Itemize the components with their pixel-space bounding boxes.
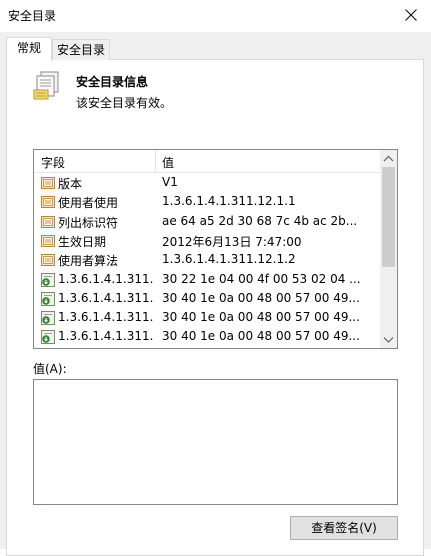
extension-icon	[41, 330, 55, 345]
list-row[interactable]: 使用者算法 1.3.6.1.4.1.311.12.1.2	[34, 250, 380, 269]
column-header-field[interactable]: 字段	[41, 154, 65, 171]
close-icon	[405, 9, 417, 21]
info-status: 该安全目录有效。	[76, 96, 173, 110]
row-field-name: 版本	[58, 177, 83, 191]
extension-icon	[41, 291, 55, 306]
list-row[interactable]: 1.3.6.1.4.1.311.1... 30 40 1e 0a 00 48 00…	[34, 308, 380, 327]
vertical-scrollbar[interactable]	[380, 150, 397, 348]
scroll-down-button[interactable]	[380, 331, 397, 348]
property-icon	[41, 177, 55, 189]
list-row[interactable]: 1.3.6.1.4.1.311.1... 30 22 1e 04 00 4f 00…	[34, 270, 380, 289]
list-row[interactable]: 版本 V1	[34, 173, 380, 192]
row-field-value: 1.3.6.1.4.1.311.12.1.1	[162, 194, 296, 209]
list-row[interactable]: 1.3.6.1.4.1.311.1... 30 40 1e 0a 00 48 00…	[34, 289, 380, 308]
row-field-name: 使用者使用	[58, 196, 119, 211]
row-field-value: 30 40 1e 0a 00 48 00 57 00 49...	[162, 290, 360, 305]
row-field-name: 使用者算法	[58, 254, 119, 269]
close-button[interactable]	[391, 0, 431, 30]
list-row[interactable]: 生效日期 2012年6月13日 7:47:00	[34, 231, 380, 250]
certificate-document-icon	[33, 71, 59, 100]
column-separator[interactable]	[155, 150, 156, 172]
row-field-name: 1.3.6.1.4.1.311.1...	[58, 271, 154, 286]
row-field-value: ae 64 a5 2d 30 68 7c 4b ac 2b...	[162, 213, 358, 228]
extension-icon	[41, 311, 55, 326]
scroll-up-button[interactable]	[380, 150, 397, 167]
row-field-value: 1.3.6.1.4.1.311.12.1.2	[162, 252, 296, 267]
row-field-name: 1.3.6.1.4.1.311.1...	[58, 290, 154, 305]
property-icon	[41, 196, 55, 209]
row-field-name: 1.3.6.1.4.1.311.1...	[58, 329, 154, 344]
row-field-value: 30 22 1e 04 00 4f 00 53 02 04 ...	[162, 271, 361, 286]
extension-icon	[41, 272, 55, 287]
chevron-up-icon	[383, 155, 394, 162]
row-field-name: 列出标识符	[58, 215, 119, 230]
list-row[interactable]: 1.3.6.1.4.1.311.1... 30 40 1e 0a 00 48 00…	[34, 327, 380, 346]
window-title: 安全目录	[8, 9, 57, 23]
row-field-name: 生效日期	[58, 234, 107, 249]
value-label: 值(A):	[33, 362, 67, 376]
column-header-value[interactable]: 值	[162, 154, 174, 171]
list-row[interactable]: 使用者使用 1.3.6.1.4.1.311.12.1.1	[34, 192, 380, 211]
row-field-value: 30 40 1e 0a 00 48 00 57 00 49...	[162, 329, 360, 344]
tab-general[interactable]: 常规	[6, 37, 52, 61]
list-row[interactable]: 列出标识符 ae 64 a5 2d 30 68 7c 4b ac 2b...	[34, 212, 380, 231]
tab-security-catalog[interactable]: 安全目录	[52, 39, 110, 60]
value-textbox[interactable]	[33, 379, 398, 505]
row-field-value: 2012年6月13日 7:47:00	[162, 234, 302, 249]
chevron-down-icon	[383, 337, 394, 343]
property-icon	[41, 254, 55, 267]
property-icon	[41, 234, 55, 247]
scroll-thumb[interactable]	[382, 167, 395, 267]
field-list[interactable]: 字段 值 版本 V1 使用者使用 1.3.6.1.4.1.311.12.1.1 列出标识…	[33, 149, 398, 349]
info-title: 安全目录信息	[76, 75, 149, 89]
row-field-name: 1.3.6.1.4.1.311.1...	[58, 310, 154, 325]
row-field-value: 30 40 1e 0a 00 48 00 57 00 49...	[162, 310, 360, 325]
row-field-value: V1	[162, 175, 178, 189]
list-header: 字段 值	[34, 150, 380, 173]
view-signature-button[interactable]: 查看签名(V)	[290, 516, 398, 540]
property-icon	[41, 215, 55, 228]
title-bar: 安全目录	[0, 0, 431, 32]
